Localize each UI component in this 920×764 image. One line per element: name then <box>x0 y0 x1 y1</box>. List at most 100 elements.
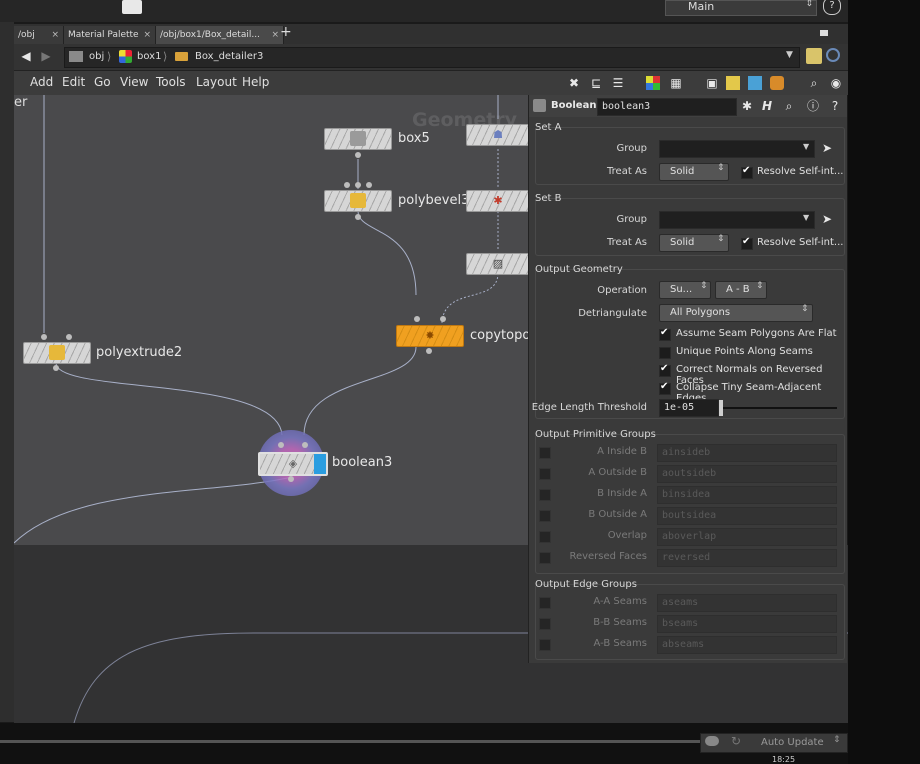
primitive-group-checkbox[interactable] <box>539 531 551 543</box>
node-input-dot[interactable] <box>366 182 372 188</box>
tree-view-icon[interactable]: ⊑ <box>588 75 604 91</box>
sticky-note-icon[interactable] <box>726 76 740 90</box>
node-output-dot[interactable] <box>355 214 361 220</box>
grid-icon[interactable]: ▦ <box>668 75 684 91</box>
gear-icon[interactable]: ✱ <box>739 98 755 114</box>
select-arrow-icon[interactable]: ➤ <box>819 140 835 156</box>
menu-tools[interactable]: Tools <box>156 75 186 89</box>
close-icon[interactable]: × <box>271 26 279 44</box>
node-upper-right[interactable]: ☗ <box>466 124 530 146</box>
edge-group-checkbox[interactable] <box>539 618 551 630</box>
image-icon[interactable] <box>748 76 762 90</box>
primitive-group-checkbox[interactable] <box>539 510 551 522</box>
node-polybevel3[interactable] <box>324 190 392 212</box>
node-name-field[interactable]: boolean3 <box>597 98 737 116</box>
tab-material-palette[interactable]: Material Palette × <box>64 26 156 44</box>
primitive-group-name-field[interactable]: ainsideb <box>657 444 837 462</box>
primitive-group-name-field[interactable]: binsidea <box>657 486 837 504</box>
set-a-group-field[interactable] <box>659 140 815 158</box>
primitive-group-checkbox[interactable] <box>539 468 551 480</box>
tab-box-detailer[interactable]: /obj/box1/Box_detail... × <box>156 26 284 44</box>
menu-edit[interactable]: Edit <box>62 75 85 89</box>
edge-threshold-field[interactable]: 1e-05 <box>659 399 719 417</box>
help-h-icon[interactable]: H <box>759 98 775 114</box>
list-view-icon[interactable]: ☰ <box>610 75 626 91</box>
add-tab-button[interactable]: + <box>280 24 292 40</box>
node-output-dot[interactable] <box>355 152 361 158</box>
breadcrumb-item[interactable]: Box_detailer3 <box>195 51 263 62</box>
node-polyextrude2[interactable] <box>23 342 91 364</box>
node-output-dot[interactable] <box>426 348 432 354</box>
node-box5[interactable] <box>324 128 392 150</box>
primitive-group-name-field[interactable]: aoutsideb <box>657 465 837 483</box>
node-boolean3[interactable]: ◈ <box>258 452 328 476</box>
wrench-icon[interactable]: ✖ <box>566 75 582 91</box>
desktop-icon[interactable] <box>122 0 142 14</box>
node-input-dot[interactable] <box>66 334 72 340</box>
unique-points-checkbox[interactable] <box>659 347 671 359</box>
edge-group-checkbox[interactable] <box>539 597 551 609</box>
close-icon[interactable]: × <box>51 26 59 44</box>
node-input-dot[interactable] <box>440 316 446 322</box>
edge-group-checkbox[interactable] <box>539 639 551 651</box>
desktop-select[interactable]: Main ⇕ <box>665 0 817 16</box>
network-editor[interactable]: er Geometry box5 polybevel3 ☗ ✱ ▨ polyex… <box>14 95 530 545</box>
grid-color-icon[interactable] <box>646 76 660 90</box>
node-output-dot[interactable] <box>288 476 294 482</box>
search-icon[interactable]: ⌕ <box>781 98 797 114</box>
menu-help[interactable]: Help <box>242 75 269 89</box>
edge-group-name-field[interactable]: aseams <box>657 594 837 612</box>
set-b-resolve-checkbox[interactable] <box>741 236 753 250</box>
primitive-group-name-field[interactable]: boutsidea <box>657 507 837 525</box>
forward-arrow-icon[interactable]: ▶ <box>38 48 54 64</box>
breadcrumb-item[interactable]: box1 <box>137 51 161 62</box>
help-icon[interactable]: ? <box>827 98 843 114</box>
primitive-group-checkbox[interactable] <box>539 489 551 501</box>
node-input-dot[interactable] <box>414 316 420 322</box>
collapse-edges-checkbox[interactable] <box>659 381 671 395</box>
primitive-group-name-field[interactable]: aboverlap <box>657 528 837 546</box>
edge-group-name-field[interactable]: abseams <box>657 636 837 654</box>
breadcrumb-item[interactable]: obj <box>89 51 104 62</box>
dropdown-arrow-icon[interactable]: ▼ <box>786 50 793 60</box>
pin-icon[interactable] <box>806 48 822 64</box>
primitive-group-checkbox[interactable] <box>539 447 551 459</box>
menu-add[interactable]: Add <box>30 75 53 89</box>
update-mode-button[interactable]: ↻ Auto Update ⇕ <box>700 733 848 753</box>
menu-view[interactable]: View <box>120 75 148 89</box>
node-input-dot[interactable] <box>41 334 47 340</box>
node-input-dot[interactable] <box>278 442 284 448</box>
display-flag[interactable] <box>314 454 326 474</box>
link-icon[interactable] <box>826 48 840 62</box>
node-copytopoints[interactable]: ✸ <box>396 325 464 347</box>
edge-threshold-slider[interactable] <box>721 407 837 409</box>
palette-icon[interactable] <box>770 76 784 90</box>
set-a-resolve-checkbox[interactable] <box>741 165 753 179</box>
search-icon[interactable]: ⌕ <box>806 75 822 91</box>
network-box-icon[interactable]: ▣ <box>704 75 720 91</box>
pane-menu-icon[interactable] <box>820 30 828 36</box>
node-right-lower[interactable]: ▨ <box>466 253 530 275</box>
help-button[interactable]: ? <box>823 0 841 15</box>
select-arrow-icon[interactable]: ➤ <box>819 211 835 227</box>
node-input-dot[interactable] <box>302 442 308 448</box>
dropdown-arrow-icon[interactable]: ▼ <box>803 213 809 222</box>
camera-icon[interactable]: ◉ <box>828 75 844 91</box>
correct-normals-checkbox[interactable] <box>659 363 671 377</box>
node-input-dot[interactable] <box>344 182 350 188</box>
primitive-group-checkbox[interactable] <box>539 552 551 564</box>
dropdown-arrow-icon[interactable]: ▼ <box>803 142 809 151</box>
close-icon[interactable]: × <box>143 26 151 44</box>
edge-group-name-field[interactable]: bseams <box>657 615 837 633</box>
menu-go[interactable]: Go <box>94 75 111 89</box>
set-b-group-field[interactable] <box>659 211 815 229</box>
assume-seam-flat-checkbox[interactable] <box>659 327 671 341</box>
tab-obj[interactable]: /obj × <box>14 26 64 44</box>
slider-handle[interactable] <box>719 400 723 416</box>
node-input-dot[interactable] <box>355 182 361 188</box>
node-output-dot[interactable] <box>53 365 59 371</box>
detriangulate-menu[interactable]: All Polygons <box>659 304 813 322</box>
back-arrow-icon[interactable]: ◀ <box>18 48 34 64</box>
primitive-group-name-field[interactable]: reversed <box>657 549 837 567</box>
menu-layout[interactable]: Layout <box>196 75 237 89</box>
